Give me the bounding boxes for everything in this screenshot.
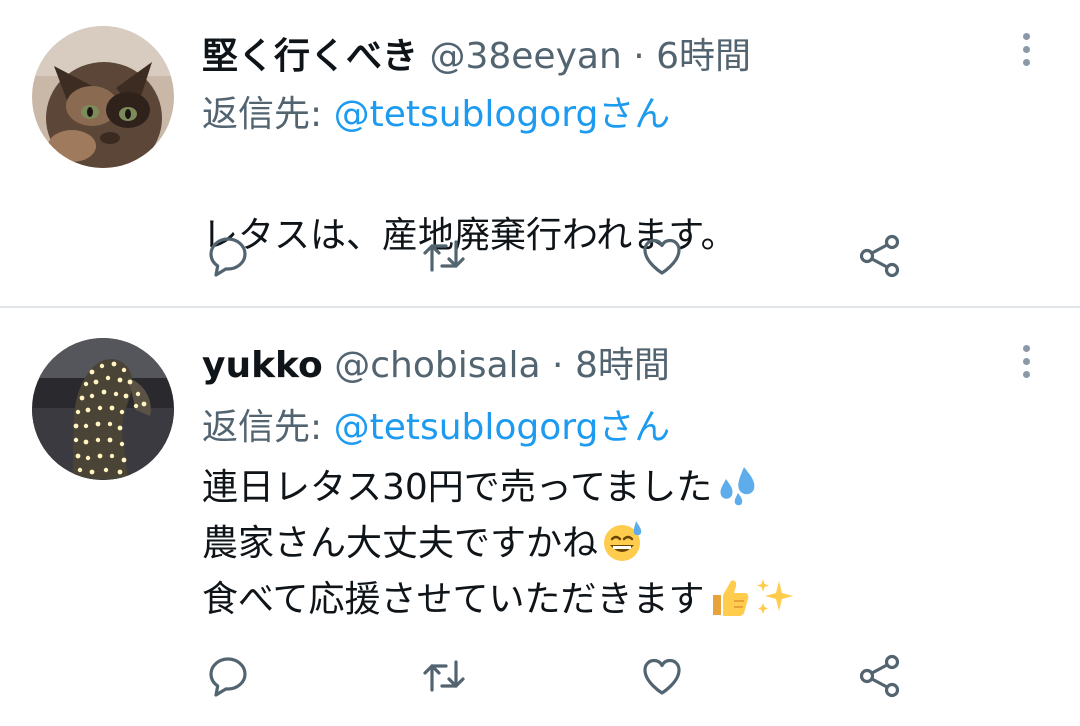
tweet[interactable]: 堅く行くべき @38eeyan · 6時間 返信先: @tetsublogorg… bbox=[0, 0, 1080, 308]
reply-prefix: 返信先: bbox=[202, 94, 334, 135]
lights-photo-avatar bbox=[32, 338, 174, 480]
share-button[interactable] bbox=[856, 652, 904, 700]
retweet-button[interactable] bbox=[420, 652, 468, 700]
user-handle[interactable]: @38eeyan bbox=[429, 36, 621, 77]
reply-context: 返信先: @tetsublogorgさん bbox=[202, 90, 670, 140]
retweet-button[interactable] bbox=[420, 232, 468, 280]
reply-context: 返信先: @tetsublogorgさん bbox=[202, 403, 670, 453]
reply-prefix: 返信先: bbox=[202, 407, 334, 448]
share-icon bbox=[859, 654, 900, 698]
like-button[interactable] bbox=[638, 652, 686, 700]
timestamp[interactable]: 6時間 bbox=[656, 36, 751, 77]
grinning-sweat-emoji bbox=[600, 519, 644, 563]
reply-icon bbox=[209, 657, 247, 697]
tweet-text-line: 食べて応援させていただきます bbox=[202, 579, 705, 620]
reply-mention-link[interactable]: @tetsublogorgさん bbox=[334, 407, 671, 448]
display-name[interactable]: yukko bbox=[202, 345, 323, 386]
sweat-droplets-emoji bbox=[714, 463, 758, 507]
share-button[interactable] bbox=[856, 232, 904, 280]
separator-dot: · bbox=[552, 345, 564, 386]
heart-icon bbox=[643, 238, 681, 275]
sparkles-emoji bbox=[753, 575, 797, 619]
more-icon[interactable] bbox=[1014, 342, 1040, 382]
thumbs-up-emoji bbox=[707, 575, 751, 619]
tweet-header: 堅く行くべき @38eeyan · 6時間 bbox=[202, 32, 751, 82]
user-handle[interactable]: @chobisala bbox=[334, 345, 540, 386]
action-bar bbox=[0, 226, 1080, 286]
like-button[interactable] bbox=[638, 232, 686, 280]
retweet-icon bbox=[423, 660, 465, 692]
separator-dot: · bbox=[633, 36, 645, 77]
reply-icon bbox=[209, 237, 247, 277]
cat-photo-avatar bbox=[32, 26, 174, 168]
retweet-icon bbox=[423, 240, 465, 272]
timestamp[interactable]: 8時間 bbox=[575, 345, 670, 386]
tweet-text: 連日レタス30円で売ってました 農家さん大丈夫ですかね 食べて応援させていただき… bbox=[202, 460, 797, 628]
tweet-text-line: 連日レタス30円で売ってました bbox=[202, 467, 713, 508]
tweet-header: yukko @chobisala · 8時間 bbox=[202, 341, 670, 391]
heart-icon bbox=[643, 658, 681, 695]
display-name[interactable]: 堅く行くべき bbox=[202, 36, 418, 77]
share-icon bbox=[859, 234, 900, 278]
tweet[interactable]: yukko @chobisala · 8時間 返信先: @tetsublogor… bbox=[0, 308, 1080, 726]
reply-button[interactable] bbox=[204, 652, 252, 700]
more-icon[interactable] bbox=[1014, 30, 1040, 70]
reply-mention-link[interactable]: @tetsublogorgさん bbox=[334, 94, 671, 135]
avatar[interactable] bbox=[32, 26, 174, 168]
reply-button[interactable] bbox=[204, 232, 252, 280]
action-bar bbox=[0, 646, 1080, 706]
tweet-text-line: 農家さん大丈夫ですかね bbox=[202, 523, 599, 564]
avatar[interactable] bbox=[32, 338, 174, 480]
